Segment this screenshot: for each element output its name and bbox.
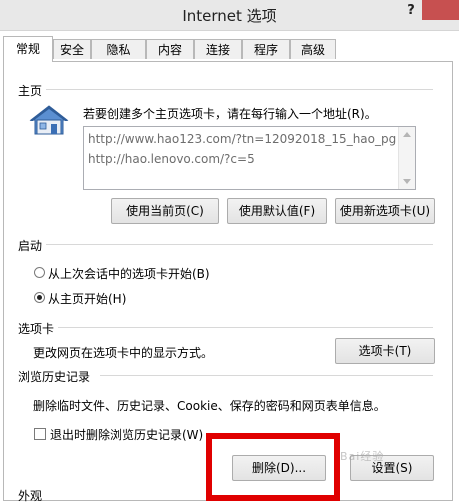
tabs-description: 更改网页在选项卡中的显示方式。 <box>33 346 214 360</box>
highlight-box <box>206 433 340 501</box>
history-section-label: 浏览历史记录 <box>18 370 91 384</box>
homepage-divider <box>46 89 433 90</box>
textarea-scrollbar[interactable] <box>398 127 415 189</box>
use-new-tab-button[interactable]: 使用新选项卡(U) <box>335 198 435 224</box>
startup-section-label: 启动 <box>18 239 43 253</box>
homepage-section-label: 主页 <box>18 84 43 98</box>
tab-connections[interactable]: 连接 <box>194 39 242 59</box>
radio-homepage-label: 从主页开始(H) <box>48 292 127 306</box>
tab-advanced[interactable]: 高级 <box>290 39 336 59</box>
appearance-section-label: 外观 <box>18 489 43 503</box>
tab-general[interactable]: 常规 <box>3 36 53 62</box>
title-bar: Internet 选项 ? <box>0 0 459 31</box>
close-button[interactable] <box>422 0 459 20</box>
tab-security[interactable]: 安全 <box>53 39 91 59</box>
use-current-button[interactable]: 使用当前页(C) <box>111 198 219 224</box>
tab-content[interactable]: 内容 <box>146 39 194 59</box>
radio-last-session[interactable] <box>34 267 45 278</box>
history-divider <box>100 375 433 376</box>
radio-last-session-label: 从上次会话中的选项卡开始(B) <box>48 267 210 281</box>
tab-strip: 常规 安全 隐私 内容 连接 程序 高级 <box>0 36 459 62</box>
scroll-down-icon[interactable] <box>403 179 411 184</box>
help-button[interactable]: ? <box>400 0 422 22</box>
scroll-up-icon[interactable] <box>403 132 411 137</box>
radio-homepage[interactable] <box>34 292 45 303</box>
homepage-url-1: http://www.hao123.com/?tn=12092018_15_ha… <box>88 132 397 146</box>
delete-on-exit-label: 退出时删除浏览历史记录(W) <box>50 428 204 442</box>
tabs-settings-button[interactable]: 选项卡(T) <box>335 338 435 364</box>
homepage-urls-textarea[interactable]: http://www.hao123.com/?tn=12092018_15_ha… <box>83 126 416 190</box>
house-icon <box>29 105 69 135</box>
homepage-url-2: http://hao.lenovo.com/?c=5 <box>88 152 255 166</box>
tabs-divider <box>58 327 433 328</box>
watermark: Bai经验 <box>340 450 385 463</box>
tab-programs[interactable]: 程序 <box>242 39 290 59</box>
delete-on-exit-checkbox[interactable] <box>34 428 46 440</box>
history-description: 删除临时文件、历史记录、Cookie、保存的密码和网页表单信息。 <box>33 399 386 413</box>
window-title: Internet 选项 <box>182 7 277 25</box>
startup-divider <box>46 244 433 245</box>
use-default-button[interactable]: 使用默认值(F) <box>227 198 327 224</box>
tab-privacy[interactable]: 隐私 <box>91 39 146 59</box>
tabs-section-label: 选项卡 <box>18 322 55 336</box>
homepage-instruction: 若要创建多个主页选项卡，请在每行输入一个地址(R)。 <box>83 107 377 121</box>
